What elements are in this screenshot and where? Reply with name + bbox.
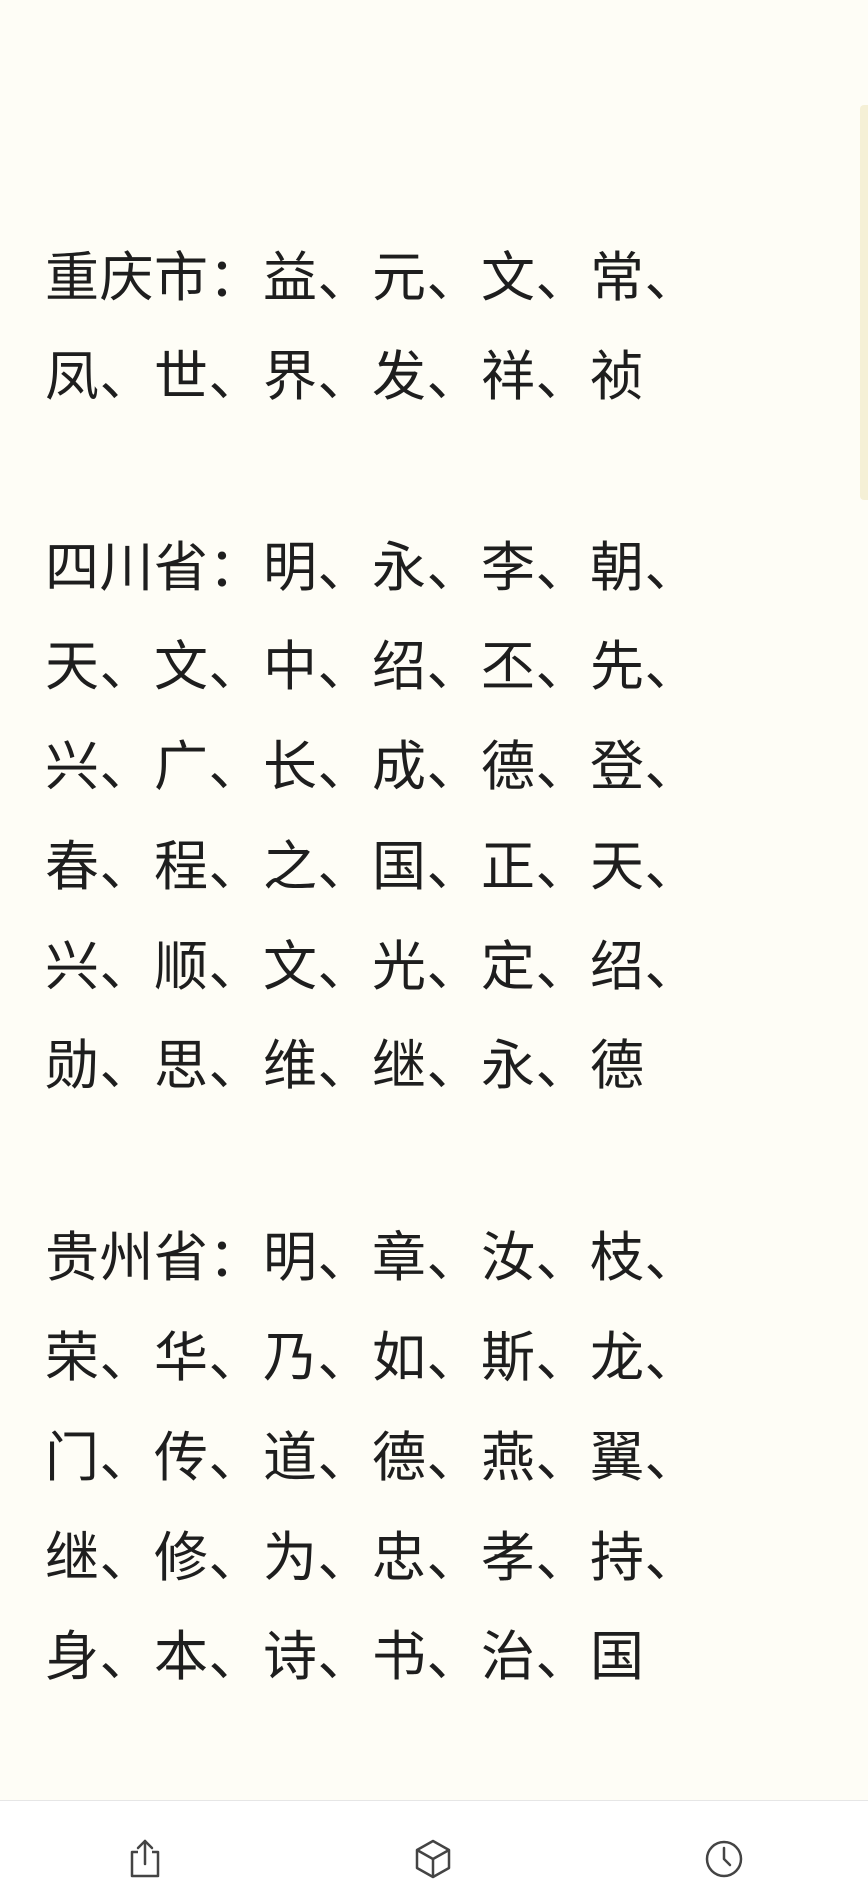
text-line: 勋、思、维、继、永、德: [45, 1034, 645, 1097]
bottom-toolbar: [0, 1800, 868, 1893]
text-line: 门、传、道、德、燕、翼、: [45, 1426, 699, 1489]
text-line: 继、修、为、忠、孝、持、: [45, 1526, 699, 1589]
text-line: 贵州省：明、章、汝、枝、: [45, 1226, 699, 1289]
text-line: 荣、华、乃、如、斯、龙、: [45, 1326, 699, 1389]
cube-icon[interactable]: [411, 1837, 455, 1881]
text-line: 兴、广、长、成、德、登、: [45, 735, 699, 798]
text-line: 身、本、诗、书、治、国: [45, 1625, 645, 1688]
text-line: 凤、世、界、发、祥、祯: [45, 345, 645, 408]
text-line: 重庆市：益、元、文、常、: [45, 246, 699, 309]
text-line: 春、程、之、国、正、天、: [45, 835, 699, 898]
text-line: 四川省：明、永、李、朝、: [45, 536, 699, 599]
text-line: 兴、顺、文、光、定、绍、: [45, 935, 699, 998]
text-line: 天、文、中、绍、丕、先、: [45, 635, 699, 698]
text-content: 重庆市：益、元、文、常、 凤、世、界、发、祥、祯 四川省：明、永、李、朝、 天、…: [0, 0, 868, 1800]
share-icon[interactable]: [123, 1837, 167, 1881]
clock-icon[interactable]: [702, 1837, 746, 1881]
